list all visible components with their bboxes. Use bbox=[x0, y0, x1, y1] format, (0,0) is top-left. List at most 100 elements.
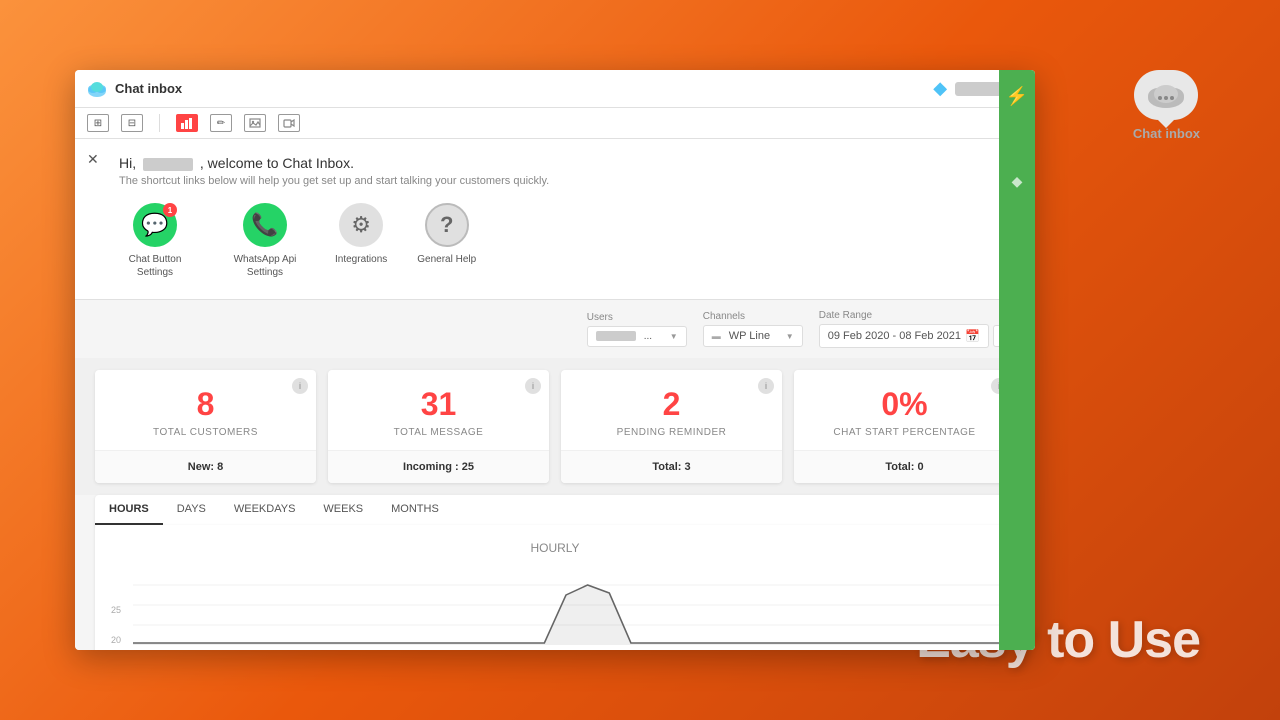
users-filter-group: Users ... ▼ bbox=[587, 312, 687, 347]
calendar-icon: 📅 bbox=[965, 329, 980, 343]
tab-hours[interactable]: HOURS bbox=[95, 495, 163, 525]
stat-card-pending-reminder: i 2 PENDING REMINDER Total: 3 bbox=[561, 370, 782, 483]
gray-bar bbox=[955, 82, 1005, 96]
total-message-number: 31 bbox=[344, 386, 533, 423]
total-customers-title: TOTAL CUSTOMERS bbox=[111, 427, 300, 438]
stats-row: i 8 TOTAL CUSTOMERS New: 8 i 31 TOTAL ME… bbox=[75, 358, 1035, 495]
tiles-view-icon[interactable]: ⊟ bbox=[121, 114, 143, 132]
filter-bar: Users ... ▼ Channels ▬ WP Line ▼ bbox=[75, 300, 1035, 358]
welcome-prefix: Hi, bbox=[119, 155, 136, 171]
green-sidebar: ⚡ ◆ bbox=[999, 70, 1035, 650]
green-sidebar-icon: ⚡ bbox=[1006, 86, 1028, 107]
chart-svg bbox=[133, 565, 999, 645]
chat-start-percentage-title: CHAT START PERCENTAGE bbox=[810, 427, 999, 438]
chat-inbox-widget: Chat inbox bbox=[1133, 70, 1200, 141]
total-message-bottom-label: Incoming : bbox=[403, 461, 459, 473]
stat-card-total-message: i 31 TOTAL MESSAGE Incoming : 25 bbox=[328, 370, 549, 483]
chat-start-percentage-bottom-label: Total: bbox=[885, 461, 914, 473]
toolbar: ⊞ ⊟ ✏ bbox=[75, 108, 1035, 139]
chart-svg-container bbox=[133, 565, 999, 645]
tab-weekdays[interactable]: WEEKDAYS bbox=[220, 495, 310, 525]
logo-svg bbox=[87, 79, 107, 99]
chat-start-percentage-bottom: Total: 0 bbox=[794, 451, 1015, 483]
channels-filter-select[interactable]: ▬ WP Line ▼ bbox=[703, 325, 803, 347]
tab-months[interactable]: MONTHS bbox=[377, 495, 453, 525]
channels-filter-group: Channels ▬ WP Line ▼ bbox=[703, 311, 803, 347]
pending-reminder-number: 2 bbox=[577, 386, 766, 423]
welcome-suffix: , welcome to Chat Inbox. bbox=[200, 155, 354, 171]
y-label-25: 25 bbox=[111, 605, 121, 615]
users-filter-value-blur bbox=[596, 331, 636, 341]
shortcut-integrations[interactable]: ⚙ Integrations bbox=[335, 203, 387, 279]
general-help-label: General Help bbox=[417, 253, 476, 266]
chat-start-percentage-number: 0% bbox=[810, 386, 999, 423]
shortcut-general-help[interactable]: ? General Help bbox=[417, 203, 476, 279]
pending-reminder-bottom: Total: 3 bbox=[561, 451, 782, 483]
stat-card-total-customers-top: i 8 TOTAL CUSTOMERS bbox=[95, 370, 316, 451]
integrations-label: Integrations bbox=[335, 253, 387, 266]
welcome-subtitle: The shortcut links below will help you g… bbox=[119, 175, 1015, 187]
users-filter-select[interactable]: ... ▼ bbox=[587, 326, 687, 347]
total-customers-info-icon[interactable]: i bbox=[292, 378, 308, 394]
date-filter-value[interactable]: 09 Feb 2020 - 08 Feb 2021 📅 bbox=[819, 324, 989, 348]
welcome-title: Hi, , welcome to Chat Inbox. bbox=[119, 155, 1015, 171]
stat-card-total-customers: i 8 TOTAL CUSTOMERS New: 8 bbox=[95, 370, 316, 483]
chat-button-settings-label: Chat Button Settings bbox=[115, 253, 195, 279]
total-customers-bottom-value: 8 bbox=[217, 461, 223, 473]
total-message-title: TOTAL MESSAGE bbox=[344, 427, 533, 438]
pending-reminder-bottom-label: Total: bbox=[652, 461, 681, 473]
total-message-info-icon[interactable]: i bbox=[525, 378, 541, 394]
stat-card-total-message-top: i 31 TOTAL MESSAGE bbox=[328, 370, 549, 451]
notification-dot: 1 bbox=[163, 203, 177, 217]
chat-start-percentage-bottom-value: 0 bbox=[918, 461, 924, 473]
chart-body: 25 20 bbox=[111, 565, 999, 645]
chat-button-settings-icon: 💬 1 bbox=[133, 203, 177, 247]
app-logo bbox=[87, 79, 107, 99]
total-customers-bottom-label: New: bbox=[188, 461, 214, 473]
video-icon[interactable] bbox=[278, 114, 300, 132]
chart-y-axis: 25 20 bbox=[111, 605, 125, 645]
stat-card-chat-start-percentage: i 0% CHAT START PERCENTAGE Total: 0 bbox=[794, 370, 1015, 483]
users-filter-chevron: ▼ bbox=[670, 332, 678, 341]
users-filter-label: Users bbox=[587, 312, 687, 323]
green-sidebar-diamond: ◆ bbox=[1012, 173, 1023, 190]
shortcut-chat-button-settings[interactable]: 💬 1 Chat Button Settings bbox=[115, 203, 195, 279]
total-message-bottom: Incoming : 25 bbox=[328, 451, 549, 483]
tab-weeks[interactable]: WEEKS bbox=[309, 495, 377, 525]
image-svg bbox=[249, 117, 261, 129]
edit-icon[interactable]: ✏ bbox=[210, 114, 232, 132]
welcome-banner: ✕ Hi, , welcome to Chat Inbox. The short… bbox=[75, 139, 1035, 300]
stat-card-chat-start-percentage-top: i 0% CHAT START PERCENTAGE bbox=[794, 370, 1015, 451]
total-message-bottom-value: 25 bbox=[462, 461, 474, 473]
channels-filter-chevron: ▼ bbox=[786, 332, 794, 341]
main-content: ✕ Hi, , welcome to Chat Inbox. The short… bbox=[75, 139, 1035, 650]
pending-reminder-info-icon[interactable]: i bbox=[758, 378, 774, 394]
shortcut-whatsapp-api-settings[interactable]: 📞 WhatsApp Api Settings bbox=[225, 203, 305, 279]
chart-container: HOURLY 25 20 bbox=[95, 525, 1015, 650]
bar-chart-svg bbox=[181, 117, 193, 129]
cloud-svg bbox=[1146, 80, 1186, 110]
app-title: Chat inbox bbox=[115, 81, 182, 96]
date-filter-label: Date Range bbox=[819, 310, 1015, 321]
shortcut-icons: 💬 1 Chat Button Settings 📞 WhatsApp Api … bbox=[95, 203, 1015, 279]
username-blur bbox=[143, 158, 193, 171]
pending-reminder-title: PENDING REMINDER bbox=[577, 427, 766, 438]
title-bar: Chat inbox ◆ ▼ bbox=[75, 70, 1035, 108]
total-customers-number: 8 bbox=[111, 386, 300, 423]
y-label-20: 20 bbox=[111, 635, 121, 645]
video-svg bbox=[283, 117, 295, 129]
content-wrapper: ✕ Hi, , welcome to Chat Inbox. The short… bbox=[75, 139, 1035, 650]
image-icon[interactable] bbox=[244, 114, 266, 132]
channels-filter-label: Channels bbox=[703, 311, 803, 322]
app-window: Chat inbox ◆ ▼ ⊞ ⊟ ✏ bbox=[75, 70, 1035, 650]
stat-card-pending-reminder-top: i 2 PENDING REMINDER bbox=[561, 370, 782, 451]
chart-title: HOURLY bbox=[111, 541, 999, 555]
tab-days[interactable]: DAYS bbox=[163, 495, 220, 525]
close-button[interactable]: ✕ bbox=[87, 151, 99, 168]
bar-chart-icon[interactable] bbox=[176, 114, 198, 132]
chart-tabs: HOURS DAYS WEEKDAYS WEEKS MONTHS bbox=[95, 495, 1015, 525]
welcome-text: Hi, , welcome to Chat Inbox. The shortcu… bbox=[119, 155, 1015, 187]
date-range-text: 09 Feb 2020 - 08 Feb 2021 bbox=[828, 330, 961, 342]
grid-view-icon[interactable]: ⊞ bbox=[87, 114, 109, 132]
toolbar-separator-1 bbox=[159, 114, 160, 132]
